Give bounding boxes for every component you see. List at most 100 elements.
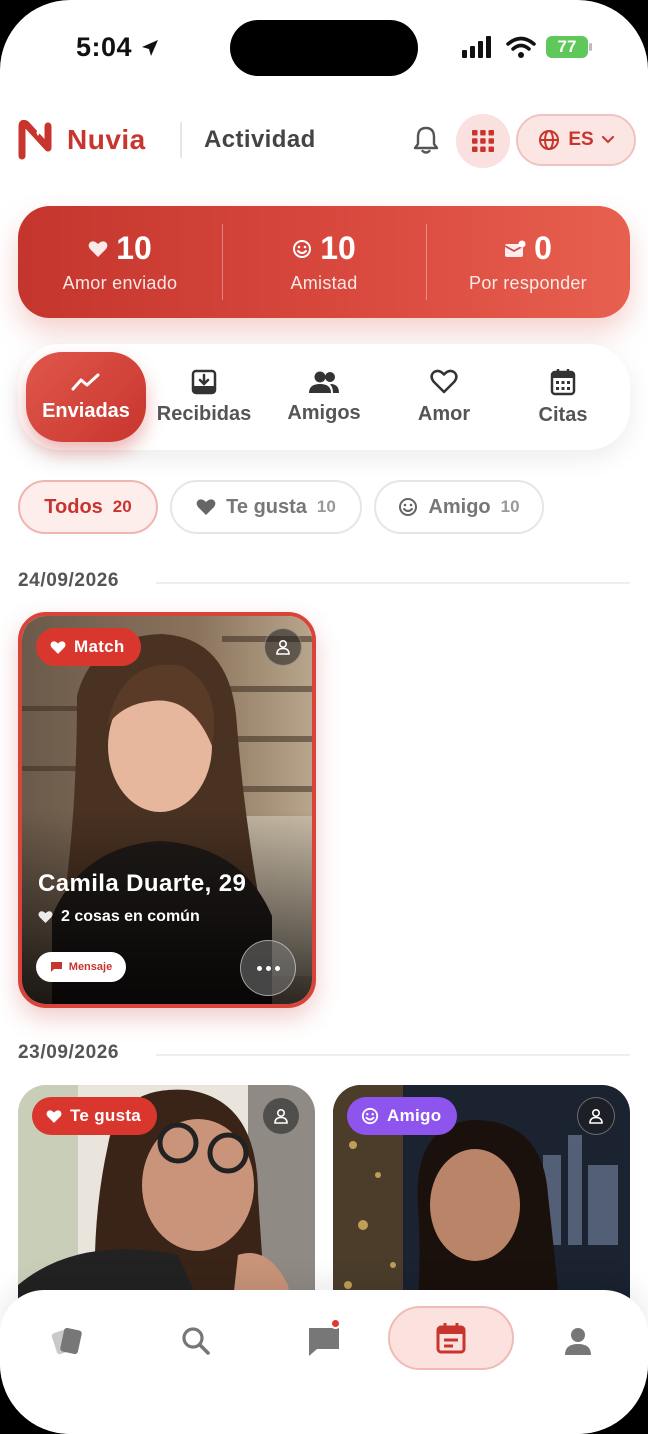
stat-love-sent: 10 Amor enviado bbox=[18, 206, 222, 318]
message-label: Mensaje bbox=[68, 961, 113, 973]
tab-label: Enviadas bbox=[42, 399, 130, 422]
tab-friends[interactable]: Amigos bbox=[264, 352, 384, 442]
trend-line-icon bbox=[71, 373, 100, 390]
date-header: 23/09/2026 bbox=[18, 1042, 630, 1066]
tab-love[interactable]: Amor bbox=[384, 352, 504, 442]
filter-all[interactable]: Todos 20 bbox=[18, 480, 158, 534]
filter-likes[interactable]: Te gusta 10 bbox=[170, 480, 362, 534]
smile-icon bbox=[399, 498, 418, 516]
badge-label: Match bbox=[74, 637, 125, 656]
globe-icon bbox=[539, 130, 560, 150]
common-interests-label: 2 cosas en común bbox=[61, 908, 200, 925]
like-badge: Te gusta bbox=[32, 1097, 158, 1135]
stat-friendship: 10 Amistad bbox=[222, 206, 426, 318]
profile-card[interactable]: Match Camila Duarte, 29 2 cosas en común… bbox=[18, 612, 316, 1008]
heart-icon bbox=[38, 911, 53, 923]
stat-value: 10 bbox=[116, 230, 152, 266]
heart-icon bbox=[196, 499, 216, 515]
status-time: 5:04 bbox=[76, 32, 133, 62]
heart-icon bbox=[88, 240, 108, 257]
heart-icon bbox=[50, 640, 66, 654]
divider bbox=[156, 1054, 630, 1056]
nav-profile[interactable] bbox=[538, 1310, 618, 1372]
message-button[interactable]: Mensaje bbox=[36, 952, 126, 982]
phone-screen: 5:04 77 Nuvia Actividad ES 10 Amor envia… bbox=[0, 0, 648, 1434]
nav-activity[interactable] bbox=[388, 1306, 514, 1370]
chip-count: 20 bbox=[112, 497, 132, 516]
nav-messages[interactable] bbox=[284, 1310, 364, 1372]
filter-friends[interactable]: Amigo 10 bbox=[374, 480, 544, 534]
nav-discover[interactable] bbox=[28, 1310, 108, 1372]
search-icon bbox=[182, 1327, 210, 1355]
profile-icon bbox=[274, 1108, 288, 1124]
chevron-down-icon bbox=[601, 136, 614, 144]
activity-stats: 10 Amor enviado 10 Amistad 0 Por respond… bbox=[18, 206, 630, 318]
calendar-icon bbox=[436, 1323, 466, 1354]
wifi-icon bbox=[506, 36, 536, 58]
apps-grid-button[interactable] bbox=[456, 114, 510, 168]
profile-icon bbox=[589, 1108, 603, 1124]
cellular-signal-icon bbox=[462, 36, 491, 58]
stat-label: Amor enviado bbox=[62, 273, 178, 293]
users-icon bbox=[309, 371, 339, 393]
chat-icon bbox=[309, 1328, 339, 1356]
header-divider bbox=[180, 122, 182, 158]
view-profile-button[interactable] bbox=[577, 1097, 615, 1135]
chip-label: Amigo bbox=[428, 495, 491, 518]
profile-icon bbox=[276, 639, 290, 655]
activity-tabs: Enviadas Recibidas Amigos Amor Citas bbox=[18, 344, 630, 450]
badge-label: Amigo bbox=[387, 1106, 442, 1125]
message-icon bbox=[50, 962, 62, 972]
nav-search[interactable] bbox=[156, 1310, 236, 1372]
tab-dates[interactable]: Citas bbox=[503, 352, 623, 442]
date-label: 23/09/2026 bbox=[18, 1042, 120, 1063]
stat-value: 10 bbox=[320, 230, 356, 266]
brand-name: Nuvia bbox=[67, 124, 146, 155]
status-bar: 5:04 77 bbox=[0, 0, 648, 92]
chip-count: 10 bbox=[316, 497, 336, 516]
heart-outline-icon bbox=[430, 369, 458, 393]
view-profile-button[interactable] bbox=[264, 628, 302, 666]
chip-label: Te gusta bbox=[226, 495, 307, 518]
battery-level: 77 bbox=[557, 37, 577, 56]
match-badge: Match bbox=[36, 628, 141, 666]
stat-value: 0 bbox=[534, 230, 552, 266]
stat-label: Amistad bbox=[290, 273, 358, 293]
mail-icon bbox=[504, 240, 526, 257]
language-label: ES bbox=[568, 129, 594, 150]
stat-pending: 0 Por responder bbox=[426, 206, 630, 318]
chip-count: 10 bbox=[500, 497, 520, 516]
date-label: 24/09/2026 bbox=[18, 570, 120, 591]
dot bbox=[274, 965, 280, 971]
inbox-download-icon bbox=[191, 369, 217, 394]
tab-received[interactable]: Recibidas bbox=[144, 352, 264, 442]
heart-icon bbox=[46, 1109, 62, 1123]
location-arrow-icon bbox=[142, 40, 158, 56]
chip-label: Todos bbox=[44, 495, 103, 518]
bell-icon[interactable] bbox=[410, 124, 442, 156]
notification-dot bbox=[330, 1318, 341, 1329]
logo-icon bbox=[18, 120, 52, 160]
tab-label: Citas bbox=[538, 403, 588, 426]
grid-icon bbox=[472, 130, 494, 152]
language-selector[interactable]: ES bbox=[516, 114, 636, 166]
tab-sent[interactable]: Enviadas bbox=[26, 352, 146, 442]
page-title: Actividad bbox=[204, 126, 316, 153]
battery-indicator: 77 bbox=[546, 36, 592, 58]
dynamic-island bbox=[230, 20, 418, 76]
friend-badge: Amigo bbox=[347, 1097, 458, 1135]
tab-label: Amigos bbox=[287, 401, 361, 424]
more-options-button[interactable] bbox=[240, 940, 296, 996]
profile-name: Camila Duarte, 29 bbox=[38, 870, 247, 897]
dot bbox=[265, 965, 271, 971]
dot bbox=[256, 965, 262, 971]
smile-icon bbox=[361, 1107, 379, 1125]
stat-label: Por responder bbox=[469, 273, 587, 293]
bottom-navigation bbox=[0, 1290, 648, 1434]
profile-icon bbox=[565, 1328, 591, 1355]
smile-icon bbox=[293, 239, 312, 258]
view-profile-button[interactable] bbox=[262, 1097, 300, 1135]
common-interests: 2 cosas en común bbox=[38, 908, 200, 926]
date-header: 24/09/2026 bbox=[18, 570, 630, 594]
badge-label: Te gusta bbox=[70, 1106, 142, 1125]
